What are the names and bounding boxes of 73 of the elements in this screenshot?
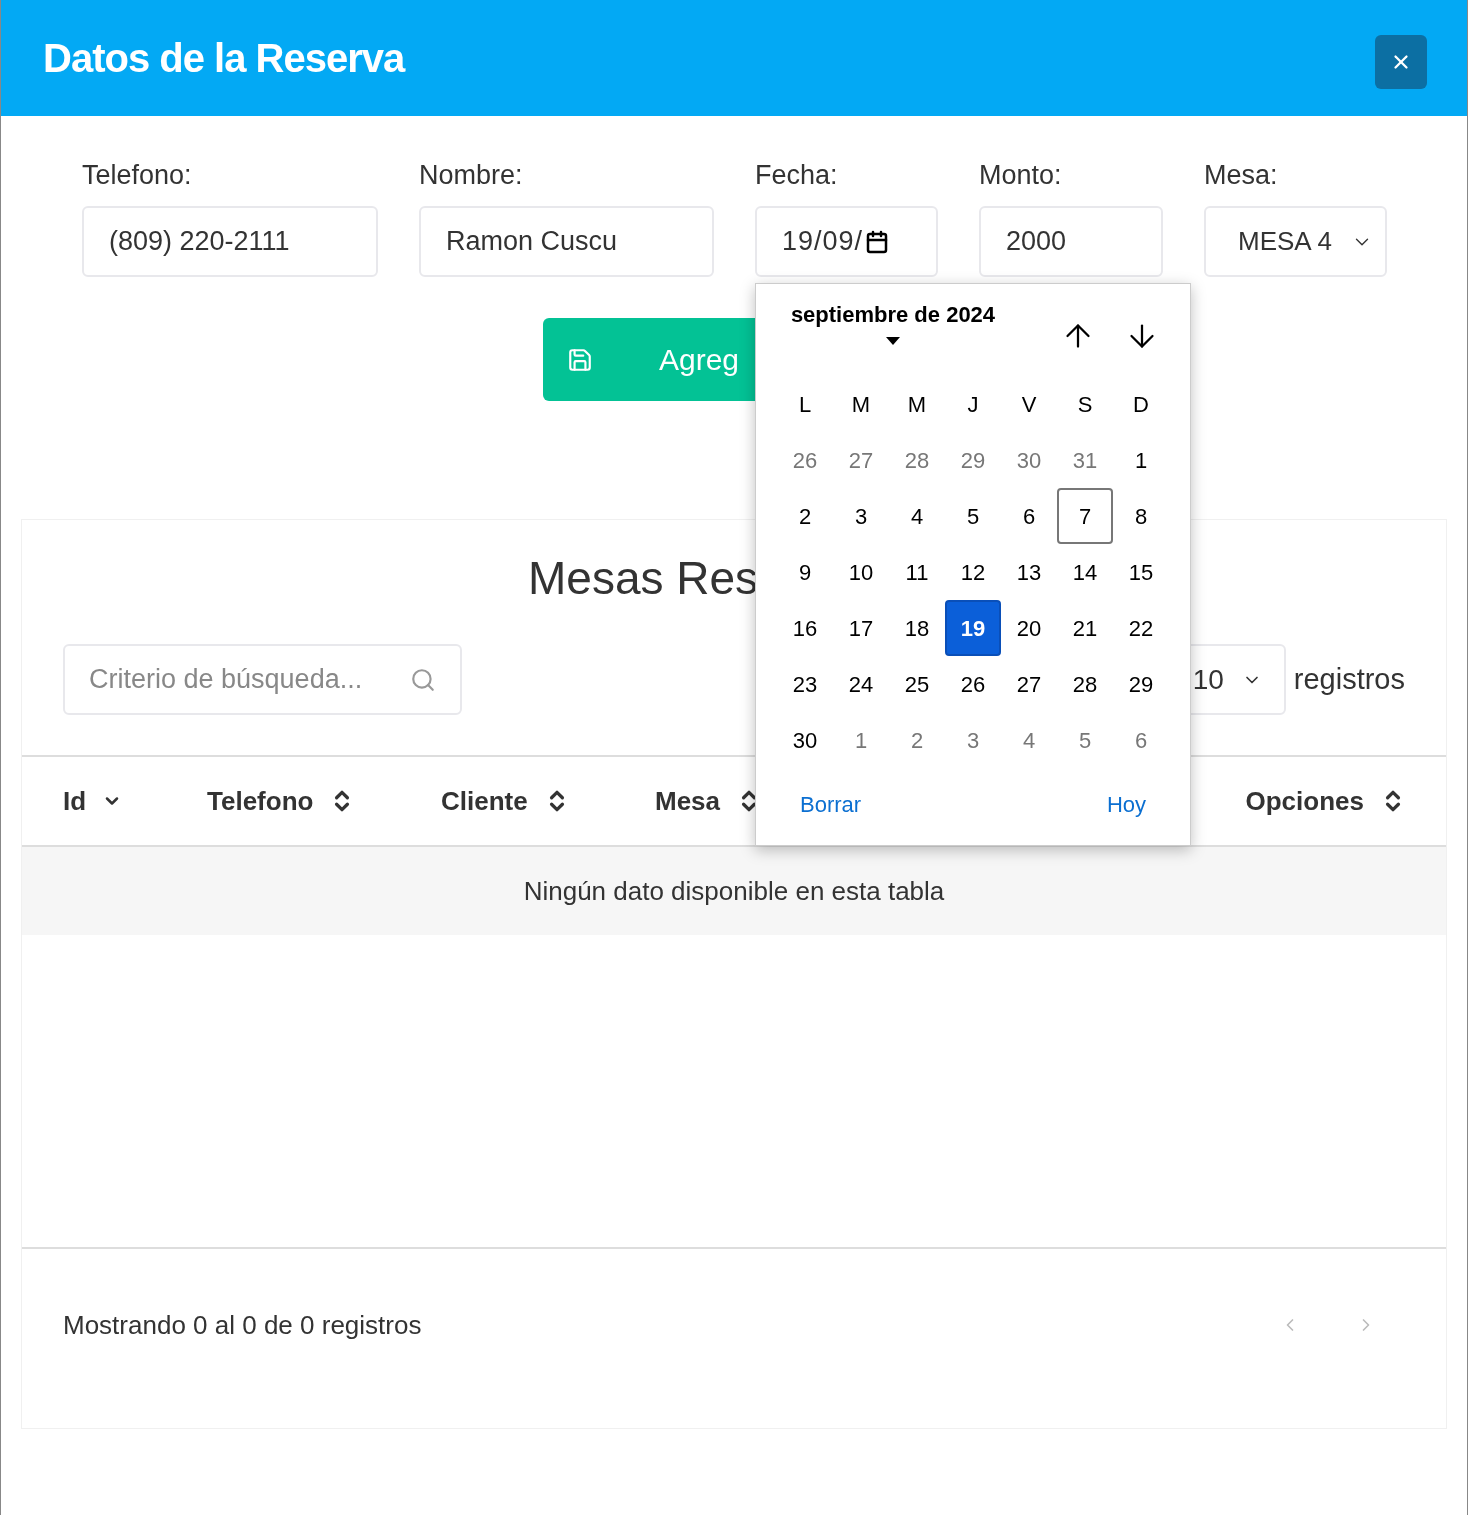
day-cell[interactable]: 18: [889, 600, 945, 656]
day-cell[interactable]: 11: [889, 544, 945, 600]
day-cell[interactable]: 9: [777, 544, 833, 600]
field-label: Monto:: [979, 159, 1063, 192]
field-label: Fecha:: [755, 159, 839, 192]
column-header[interactable]: Cliente: [441, 781, 528, 821]
day-cell[interactable]: 10: [833, 544, 889, 600]
today-link[interactable]: Hoy: [1106, 788, 1146, 821]
weekday-label: J: [967, 390, 979, 419]
column-header[interactable]: Telefono: [207, 781, 314, 821]
field-label: Mesa:: [1204, 159, 1279, 192]
day-cell[interactable]: 4: [889, 488, 945, 544]
day-cell[interactable]: 1: [833, 712, 889, 768]
day-cell[interactable]: 16: [777, 600, 833, 656]
search-field[interactable]: Criterio de búsqueda...: [63, 644, 462, 715]
day-cell[interactable]: 26: [777, 432, 833, 488]
clear-link[interactable]: Borrar: [800, 788, 862, 821]
text-field[interactable]: Ramon Cuscu: [419, 206, 714, 277]
day-cell[interactable]: 15: [1113, 544, 1169, 600]
day-cell[interactable]: 24: [833, 656, 889, 712]
day-cell[interactable]: 26: [945, 656, 1001, 712]
column-header[interactable]: Id: [63, 781, 87, 821]
day-cell[interactable]: 13: [1001, 544, 1057, 600]
day-cell[interactable]: 6: [1001, 488, 1057, 544]
search-icon: [410, 666, 436, 693]
day-cell[interactable]: 1: [1113, 432, 1169, 488]
weekday-label: D: [1133, 390, 1149, 419]
day-cell[interactable]: 30: [1001, 432, 1057, 488]
day-cell[interactable]: 7: [1057, 488, 1113, 544]
text-field[interactable]: (809) 220-2111: [82, 206, 378, 277]
date-field[interactable]: 19/09/: [755, 206, 938, 277]
day-cell[interactable]: 8: [1113, 488, 1169, 544]
day-cell[interactable]: 20: [1001, 600, 1057, 656]
day-cell[interactable]: 12: [945, 544, 1001, 600]
day-cell[interactable]: 30: [777, 712, 833, 768]
day-cell[interactable]: 27: [833, 432, 889, 488]
field-label: Nombre:: [419, 159, 524, 192]
table-info: Mostrando 0 al 0 de 0 registros: [63, 1308, 422, 1342]
day-cell[interactable]: 31: [1057, 432, 1113, 488]
day-cell[interactable]: 3: [945, 712, 1001, 768]
day-cell[interactable]: 27: [1001, 656, 1057, 712]
day-cell[interactable]: 6: [1113, 712, 1169, 768]
day-cell[interactable]: 17: [833, 600, 889, 656]
day-cell[interactable]: 14: [1057, 544, 1113, 600]
text-field[interactable]: 2000: [979, 206, 1163, 277]
day-cell[interactable]: 28: [1057, 656, 1113, 712]
length-label: registros: [1293, 661, 1405, 697]
card-title: Mesas Res: [528, 551, 759, 606]
weekday-label: V: [1021, 390, 1037, 419]
day-cell[interactable]: 2: [777, 488, 833, 544]
day-cell[interactable]: 29: [945, 432, 1001, 488]
day-cell[interactable]: 4: [1001, 712, 1057, 768]
day-cell[interactable]: 5: [1057, 712, 1113, 768]
empty-message: Ningún dato disponible en esta tabla: [523, 874, 945, 908]
dropdown-triangle-icon: [886, 337, 900, 345]
day-cell[interactable]: 23: [777, 656, 833, 712]
day-cell[interactable]: 29: [1113, 656, 1169, 712]
column-header[interactable]: Mesa: [655, 781, 721, 821]
day-cell[interactable]: 3: [833, 488, 889, 544]
day-cell[interactable]: 21: [1057, 600, 1113, 656]
close-button[interactable]: [1375, 35, 1427, 89]
save-icon: [567, 346, 593, 373]
field-label: Telefono:: [82, 159, 193, 192]
column-header[interactable]: Opciones: [1245, 781, 1364, 821]
table-select[interactable]: MESA 4: [1204, 206, 1387, 277]
modal-title: Datos de la Reserva: [43, 35, 405, 82]
weekday-label: S: [1077, 390, 1093, 419]
day-cell[interactable]: 19: [945, 600, 1001, 656]
day-cell[interactable]: 5: [945, 488, 1001, 544]
day-cell[interactable]: 2: [889, 712, 945, 768]
calendar-icon: [865, 229, 890, 254]
day-cell[interactable]: 28: [889, 432, 945, 488]
day-cell[interactable]: 25: [889, 656, 945, 712]
